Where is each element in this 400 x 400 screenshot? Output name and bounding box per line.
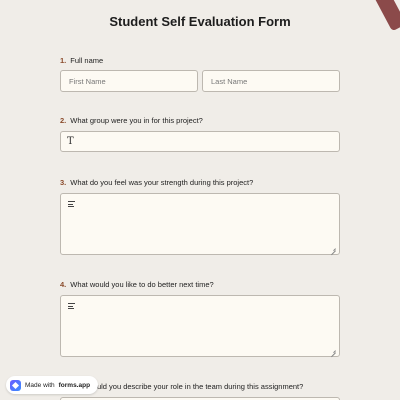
improve-textarea[interactable]	[60, 295, 340, 357]
first-name-input[interactable]: First Name	[60, 70, 198, 92]
first-name-placeholder: First Name	[69, 77, 106, 86]
question-label: What would you like to do better next ti…	[70, 279, 214, 289]
page-title: Student Self Evaluation Form	[109, 14, 291, 29]
question-number: 2.	[60, 115, 67, 125]
question-number: 4.	[60, 279, 67, 289]
group-input[interactable]: T	[60, 131, 340, 152]
question-group: 2. What group were you in for this proje…	[60, 114, 340, 152]
resize-handle-icon[interactable]	[331, 246, 336, 251]
question-number: 3.	[60, 177, 67, 187]
question-label: Full name	[70, 55, 104, 65]
text-lines-icon	[68, 303, 75, 311]
forms-app-logo-icon	[10, 379, 21, 391]
question-label: What group were you in for this project?	[70, 115, 203, 125]
question-label: What do you feel was your strength durin…	[70, 177, 254, 187]
made-with-badge[interactable]: Made with forms.app	[6, 376, 99, 394]
question-role: 5. How would you describe your role in t…	[60, 380, 340, 392]
strength-textarea[interactable]	[60, 193, 340, 255]
name-row: First Name Last Name	[60, 70, 340, 92]
badge-brand: forms.app	[58, 381, 91, 389]
last-name-input[interactable]: Last Name	[202, 70, 340, 92]
text-type-icon: T	[67, 136, 74, 147]
question-strength: 3. What do you feel was your strength du…	[60, 176, 340, 255]
badge-prefix: Made with	[25, 381, 55, 389]
question-improve: 4. What would you like to do better next…	[60, 278, 340, 357]
question-label: How would you describe your role in the …	[70, 381, 304, 391]
question-number: 1.	[60, 55, 67, 65]
text-lines-icon	[68, 201, 75, 209]
question-full-name: 1. Full name First Name Last Name	[60, 54, 340, 92]
resize-handle-icon[interactable]	[331, 348, 336, 353]
last-name-placeholder: Last Name	[211, 77, 248, 86]
